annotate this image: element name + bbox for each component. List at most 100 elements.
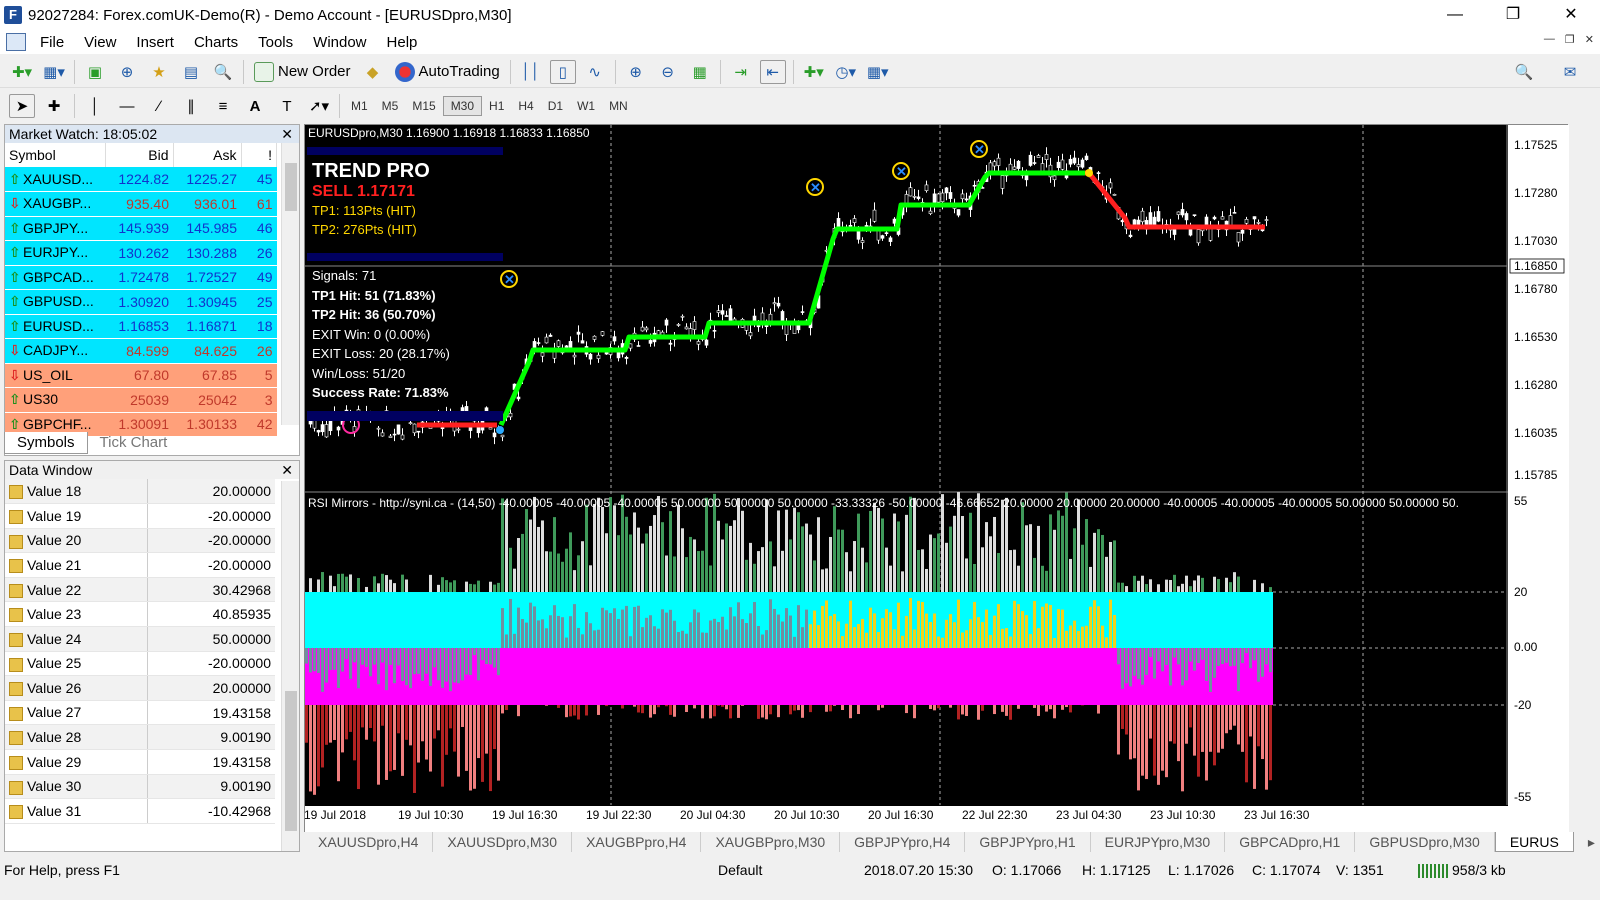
data-window-scrollbar[interactable]: [281, 481, 299, 851]
menu-insert[interactable]: Insert: [126, 34, 184, 51]
strategy-tester-icon[interactable]: 🔍: [210, 60, 236, 84]
menu-help[interactable]: Help: [377, 34, 428, 51]
vertical-line-icon[interactable]: │: [82, 94, 108, 118]
new-order-button[interactable]: New Order: [254, 61, 351, 82]
candle-body: [468, 427, 473, 431]
tab-tick-chart[interactable]: Tick Chart: [88, 432, 180, 454]
market-watch-row[interactable]: ⇧ EURUSD... 1.16853 1.16871 18: [5, 314, 277, 339]
profiles-icon[interactable]: ▦▾: [41, 60, 67, 84]
tf-m1[interactable]: M1: [344, 97, 375, 115]
menu-view[interactable]: View: [74, 34, 126, 51]
menu-window[interactable]: Window: [303, 34, 376, 51]
mdi-minimize-icon[interactable]: —: [1544, 33, 1555, 46]
status-profile: Default: [718, 862, 763, 878]
tf-m15[interactable]: M15: [405, 97, 442, 115]
dw-name: Value 23: [5, 601, 148, 628]
col-ask[interactable]: Ask: [173, 143, 242, 167]
chart-tab[interactable]: XAUUSDpro,M30: [433, 832, 573, 852]
rsi-bar-lower: [761, 705, 764, 718]
line-chart-icon[interactable]: ∿: [582, 60, 608, 84]
maximize-button[interactable]: ❐: [1484, 0, 1542, 30]
market-watch-row[interactable]: ⇧ GBPCAD... 1.72478 1.72527 49: [5, 265, 277, 290]
chart-tab[interactable]: EURJPYpro,M30: [1091, 832, 1226, 852]
data-window-icon[interactable]: ⊕: [114, 60, 140, 84]
menu-file[interactable]: File: [30, 34, 74, 51]
chart-tab[interactable]: GBPCADpro,H1: [1225, 832, 1356, 852]
chart-shift-icon[interactable]: ⇤: [759, 59, 786, 84]
market-watch-row[interactable]: ⇧ EURJPY... 130.262 130.288 26: [5, 240, 277, 266]
tf-d1[interactable]: D1: [541, 97, 570, 115]
tile-windows-icon[interactable]: ▦: [687, 60, 713, 84]
market-watch-row[interactable]: ⇩ XAUGBP... 935.40 936.01 61: [5, 191, 277, 217]
tf-w1[interactable]: W1: [570, 97, 602, 115]
minimize-button[interactable]: —: [1426, 0, 1484, 30]
periods-icon[interactable]: ◷▾: [833, 60, 859, 84]
arrows-icon[interactable]: ➚▾: [306, 94, 332, 118]
market-watch-close-icon[interactable]: ✕: [281, 125, 293, 143]
rsi-bar-lower: [1149, 705, 1152, 739]
tf-h1[interactable]: H1: [482, 97, 511, 115]
chat-icon[interactable]: ✉: [1557, 60, 1583, 84]
market-watch-scrollbar[interactable]: [281, 143, 299, 425]
text-label-icon[interactable]: T: [274, 94, 300, 118]
tf-h4[interactable]: H4: [511, 97, 540, 115]
horizontal-line-icon[interactable]: —: [114, 94, 140, 118]
chart-tab[interactable]: GBPJPYpro,H4: [840, 832, 966, 852]
tab-symbols[interactable]: Symbols: [4, 432, 88, 454]
col-spread[interactable]: !: [241, 143, 277, 167]
autotrading-button[interactable]: AutoTrading: [394, 61, 500, 82]
market-watch-row[interactable]: ⇧ US30 25039 25042 3: [5, 387, 277, 413]
trendline-icon[interactable]: ∕: [146, 94, 172, 118]
tf-m30[interactable]: M30: [442, 96, 483, 116]
data-window-close-icon[interactable]: ✕: [281, 461, 293, 479]
tf-m5[interactable]: M5: [375, 97, 406, 115]
cursor-icon[interactable]: ➤: [9, 94, 35, 118]
indicators-icon[interactable]: ✚▾: [801, 60, 827, 84]
rsi-bar-upper: [657, 496, 660, 592]
market-watch-icon[interactable]: ▣: [82, 60, 108, 84]
market-watch-row[interactable]: ⇧ GBPUSD... 1.30920 1.30945 25: [5, 289, 277, 315]
crosshair-icon[interactable]: ✚: [41, 94, 67, 118]
search-icon[interactable]: 🔍: [1511, 60, 1537, 84]
autoscroll-icon[interactable]: ⇥: [728, 60, 754, 84]
chart-tab[interactable]: GBPJPYpro,H1: [965, 832, 1091, 852]
rsi-bar-mid: [749, 613, 752, 648]
bar-chart-icon[interactable]: ││: [518, 60, 544, 84]
col-bid[interactable]: Bid: [105, 143, 174, 167]
close-button[interactable]: ✕: [1542, 0, 1600, 30]
chart-tab[interactable]: XAUGBPpro,H4: [572, 832, 702, 852]
terminal-icon[interactable]: ▤: [178, 60, 204, 84]
chart-tab[interactable]: GBPUSDpro,M30: [1355, 832, 1495, 852]
new-chart-icon[interactable]: ✚▾: [9, 60, 35, 84]
rsi-bar-lower: [965, 705, 968, 717]
signal-dot: [1085, 169, 1093, 177]
mdi-restore-icon[interactable]: ❐: [1565, 33, 1575, 46]
menu-charts[interactable]: Charts: [184, 34, 248, 51]
market-watch-row[interactable]: ⇩ US_OIL 67.80 67.85 5: [5, 363, 277, 388]
rsi-bar-lower: [573, 705, 576, 716]
mdi-document-icon[interactable]: [6, 33, 26, 51]
market-watch-row[interactable]: ⇩ CADJPY... 84.599 84.625 26: [5, 338, 277, 364]
menu-tools[interactable]: Tools: [248, 34, 303, 51]
data-window-row: Value 25 -20.00000: [5, 651, 275, 677]
navigator-icon[interactable]: ★: [146, 60, 172, 84]
fibonacci-icon[interactable]: ≡: [210, 94, 236, 118]
tf-mn[interactable]: MN: [602, 97, 635, 115]
tab-scroll-right-icon[interactable]: ▸: [1574, 832, 1600, 852]
chart-tab[interactable]: XAUUSDpro,H4: [304, 832, 434, 852]
candlestick-icon[interactable]: ▯: [549, 59, 576, 84]
col-symbol[interactable]: Symbol: [5, 143, 106, 167]
chart-tab[interactable]: XAUGBPpro,M30: [701, 832, 841, 852]
market-watch-row[interactable]: ⇧ GBPJPY... 145.939 145.985 46: [5, 216, 277, 241]
rsi-bar-lower: [397, 705, 400, 734]
market-watch-row[interactable]: ⇧ XAUUSD... 1224.82 1225.27 45: [5, 167, 277, 192]
mdi-close-icon[interactable]: ✕: [1585, 33, 1594, 46]
metaeditor-icon[interactable]: ◆: [360, 60, 386, 84]
text-icon[interactable]: A: [242, 94, 268, 118]
templates-icon[interactable]: ▦▾: [865, 60, 891, 84]
channel-icon[interactable]: ∥: [178, 94, 204, 118]
market-watch-title: Market Watch: 18:05:02: [9, 126, 158, 142]
zoom-out-icon[interactable]: ⊖: [655, 60, 681, 84]
chart-tab[interactable]: EURUS: [1494, 832, 1574, 852]
zoom-in-icon[interactable]: ⊕: [623, 60, 649, 84]
